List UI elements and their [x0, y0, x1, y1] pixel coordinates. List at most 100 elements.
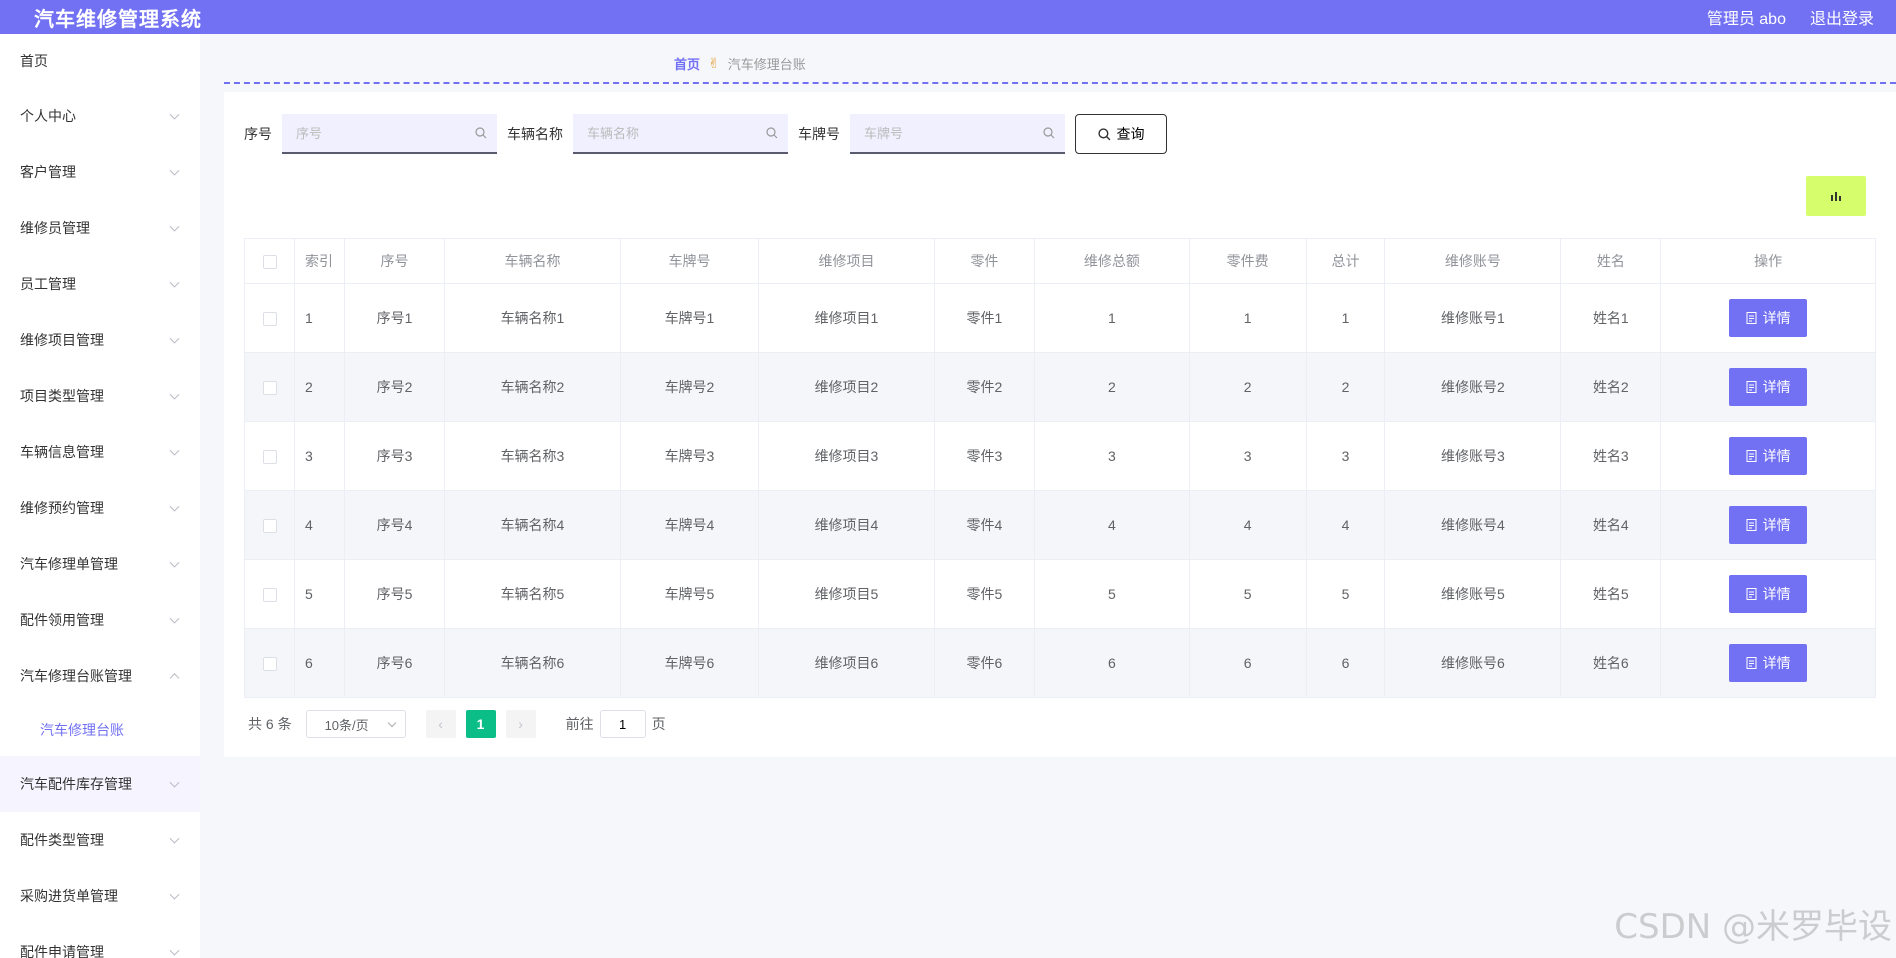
column-header: 零件费 [1188, 238, 1307, 284]
sidebar-item-label: 维修员管理 [20, 220, 90, 236]
pagination: 共 6 条 10条/页 ‹ 1 › 前往 页 [248, 710, 666, 738]
table-cell: 维修账号3 [1384, 421, 1562, 491]
row-checkbox[interactable] [262, 450, 277, 465]
detail-button[interactable]: 详情 [1729, 299, 1808, 337]
chevron-down-icon [169, 445, 180, 456]
table-cell: 5 [1188, 559, 1307, 629]
detail-button[interactable]: 详情 [1729, 437, 1808, 475]
detail-button[interactable]: 详情 [1729, 368, 1808, 406]
table-cell: 6 [1033, 628, 1190, 698]
select-all-cell [244, 238, 295, 284]
plate-search-input[interactable] [850, 114, 1065, 152]
top-bar: 汽车维修管理系统 管理员 abo 退出登录 [0, 0, 1896, 34]
table-cell: 6 [1305, 628, 1386, 698]
sidebar-item[interactable]: 首页 [0, 34, 200, 88]
detail-button[interactable]: 详情 [1729, 644, 1808, 682]
chevron-up-icon [169, 673, 180, 684]
detail-button-label: 详情 [1762, 586, 1791, 602]
sidebar-item[interactable]: 维修项目管理 [0, 312, 200, 368]
sidebar-item[interactable]: 员工管理 [0, 256, 200, 312]
sidebar-item[interactable]: 项目类型管理 [0, 368, 200, 424]
page-size-select[interactable]: 10条/页 [305, 710, 406, 738]
row-checkbox[interactable] [262, 312, 277, 327]
detail-button[interactable]: 详情 [1729, 506, 1808, 544]
table-cell: 6 [294, 628, 345, 698]
table-cell: 2 [294, 352, 345, 422]
page-1-button[interactable]: 1 [465, 710, 496, 738]
serial-search-input[interactable] [282, 114, 497, 152]
sidebar-item[interactable]: 汽车修理台账管理 [0, 648, 200, 704]
column-header: 操作 [1660, 238, 1876, 284]
action-cell: 详情 [1660, 559, 1876, 629]
table-cell: 1 [1188, 283, 1307, 353]
column-header: 维修项目 [757, 238, 935, 284]
table-cell: 3 [1305, 421, 1386, 491]
table-cell: 序号3 [344, 421, 445, 491]
page-size-value: 10条/页 [324, 717, 369, 733]
sidebar-subitem[interactable]: 汽车修理台账 [0, 704, 200, 756]
document-icon [1746, 450, 1757, 462]
column-header: 维修账号 [1384, 238, 1562, 284]
logout-button[interactable]: 退出登录 [1810, 5, 1874, 29]
sidebar-item[interactable]: 客户管理 [0, 144, 200, 200]
sidebar-item-label: 个人中心 [20, 108, 76, 124]
sidebar-item[interactable]: 个人中心 [0, 88, 200, 144]
vehicle-search-input[interactable] [573, 114, 788, 152]
table-cell: 4 [1305, 490, 1386, 560]
action-cell: 详情 [1660, 352, 1876, 422]
table-cell: 序号5 [344, 559, 445, 629]
sidebar-item-label: 配件领用管理 [20, 612, 104, 628]
row-checkbox[interactable] [262, 519, 277, 534]
query-button[interactable]: 查询 [1075, 114, 1167, 154]
next-page-button[interactable]: › [505, 710, 536, 738]
row-checkbox[interactable] [262, 657, 277, 672]
prev-page-button[interactable]: ‹ [425, 710, 456, 738]
sidebar-item-label: 车辆信息管理 [20, 444, 104, 460]
chevron-down-icon [169, 613, 180, 624]
row-checkbox[interactable] [262, 381, 277, 396]
sidebar-item[interactable]: 维修员管理 [0, 200, 200, 256]
chevron-right-icon: › [518, 716, 523, 732]
table-cell: 车辆名称4 [443, 490, 621, 560]
column-header: 车牌号 [619, 238, 759, 284]
table-cell: 维修项目4 [757, 490, 935, 560]
app-title: 汽车维修管理系统 [34, 8, 202, 31]
table-cell: 1 [1305, 283, 1386, 353]
table-cell: 维修项目5 [757, 559, 935, 629]
sidebar-item[interactable]: 汽车配件库存管理 [0, 756, 200, 812]
row-select-cell [244, 421, 295, 491]
goto-prefix: 前往 [565, 716, 594, 732]
table-cell: 3 [1033, 421, 1190, 491]
breadcrumb-home[interactable]: 首页 [674, 54, 700, 73]
table-row: 6 序号6 车辆名称6 车牌号6 维修项目6 零件6 6 6 6 维修账号6 姓名6 详情 [244, 628, 1876, 698]
sidebar-item[interactable]: 采购进货单管理 [0, 868, 200, 924]
goto-page-input[interactable] [599, 710, 646, 738]
statistics-button[interactable] [1806, 176, 1866, 216]
user-label[interactable]: 管理员 abo [1707, 5, 1786, 29]
document-icon [1746, 519, 1757, 531]
bar-chart-icon [1831, 192, 1841, 201]
chevron-down-icon [169, 277, 180, 288]
action-cell: 详情 [1660, 421, 1876, 491]
sidebar-item[interactable]: 汽车修理单管理 [0, 536, 200, 592]
sidebar-item[interactable]: 配件申请管理 [0, 924, 200, 958]
plate-search-field [850, 114, 1065, 154]
chevron-down-icon [169, 389, 180, 400]
select-all-checkbox[interactable] [262, 255, 277, 270]
column-header: 零件 [933, 238, 1035, 284]
table-cell: 序号4 [344, 490, 445, 560]
sidebar-item[interactable]: 车辆信息管理 [0, 424, 200, 480]
table-cell: 车辆名称2 [443, 352, 621, 422]
column-header: 维修总额 [1033, 238, 1190, 284]
table-cell: 车牌号1 [619, 283, 759, 353]
detail-button[interactable]: 详情 [1729, 575, 1808, 613]
document-icon [1746, 312, 1757, 324]
sidebar-item[interactable]: 配件类型管理 [0, 812, 200, 868]
sidebar-item-label: 汽车修理单管理 [20, 556, 118, 572]
sidebar-item[interactable]: 配件领用管理 [0, 592, 200, 648]
breadcrumb-divider [224, 82, 1896, 84]
chevron-down-icon [387, 718, 396, 728]
sidebar-item[interactable]: 维修预约管理 [0, 480, 200, 536]
row-checkbox[interactable] [262, 588, 277, 603]
table-cell: 5 [1033, 559, 1190, 629]
